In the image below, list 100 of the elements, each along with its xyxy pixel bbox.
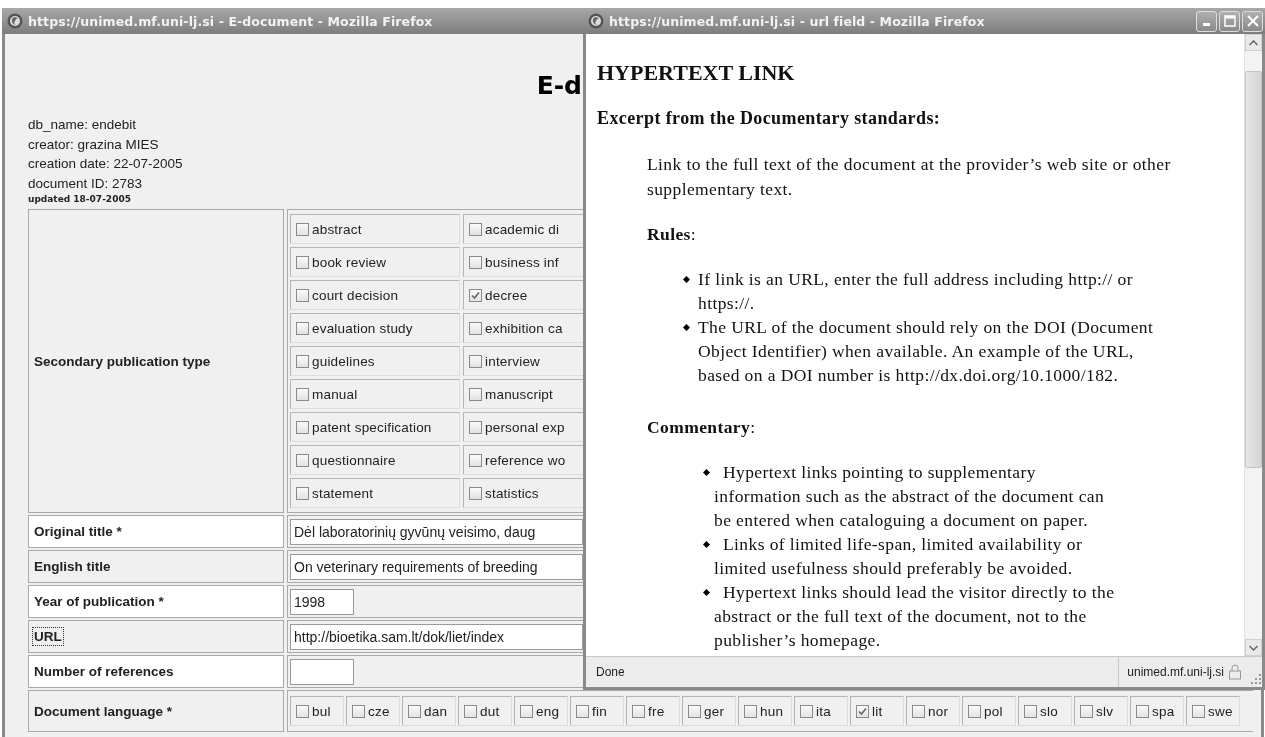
caret-up-icon [1249,39,1258,46]
option-label: eng [536,703,560,719]
checkbox[interactable] [469,387,482,401]
checkbox[interactable] [968,704,981,718]
option-label: patent specification [312,419,432,435]
checkbox[interactable] [352,704,365,718]
field-label: Secondary publication type [33,352,212,371]
metadata-line: document ID: 2783 [28,174,144,193]
checkbox[interactable] [744,704,757,718]
caret-down-icon [1249,644,1258,651]
checkbox[interactable] [1192,704,1205,718]
checkbox[interactable] [296,486,309,500]
section-heading: Commentary: [647,416,757,438]
option-label: guidelines [312,353,375,369]
text-field[interactable]: http://bioetika.sam.lt/dok/liet/index [290,623,583,650]
checkbox[interactable] [469,354,482,368]
checkbox[interactable] [469,288,482,302]
option-label: dan [424,703,448,719]
checkbox[interactable] [800,704,813,718]
checkbox[interactable] [469,420,482,434]
checkbox[interactable] [296,420,309,434]
checkbox[interactable] [912,704,925,718]
checkbox[interactable] [1080,704,1093,718]
metadata-line: creator: grazina MIES [28,135,160,154]
text-field[interactable] [290,658,354,685]
field-label: English title [33,558,112,576]
option-label: decree [485,287,528,303]
bullet-icon [703,469,710,476]
close-button[interactable] [1242,10,1263,32]
page-heading: E-d [536,71,582,101]
checkbox[interactable] [296,222,309,236]
window-title: https://unimed.mf.uni-lj.si - E-document - Mozilla Firefox [28,13,433,29]
field-label: URL [32,627,64,646]
bullet-icon [683,276,690,283]
checkbox[interactable] [469,321,482,335]
checkbox[interactable] [464,704,477,718]
field-label: Original title * [33,523,123,541]
checkbox[interactable] [1024,704,1037,718]
resize-grip-icon [1250,673,1262,685]
option-label: book review [312,254,387,270]
option-label: spa [1152,703,1175,719]
option-label: slv [1096,703,1114,719]
field-label: Number of references [33,663,175,681]
list-item: Hypertext links pointing to supplementary information such as the abstract of the document can be entered when cataloguing a document on paper. [714,461,1106,532]
text-field[interactable]: Dėl laboratorinių gyvūnų veisimo, daug [290,518,583,545]
option-label: statement [312,485,374,501]
field-label: Document language * [33,702,174,721]
scroll-down-button[interactable] [1245,639,1262,656]
checkbox[interactable] [856,704,869,718]
scrollbar[interactable] [1244,34,1262,656]
window-title: https://unimed.mf.uni-lj.si - url field - Mozilla Firefox [609,13,985,29]
checkbox[interactable] [469,222,482,236]
paragraph: Link to the full text of the document at the provider’s web site or other supplementary text. [647,153,1172,201]
bullet-icon [683,324,690,331]
checkbox[interactable] [469,453,482,467]
option-label: hun [760,703,784,719]
globe-icon [7,13,23,29]
scroll-thumb[interactable] [1245,71,1262,468]
maximize-icon [1222,14,1237,28]
text-field[interactable]: On veterinary requirements of breeding [290,553,583,580]
host-name: unimed.mf.uni-lj.si [1127,665,1224,679]
option-label: swe [1208,703,1233,719]
option-label: academic di [485,221,560,237]
checkbox[interactable] [520,704,533,718]
maximize-button[interactable] [1219,10,1240,32]
option-label: fin [592,703,607,719]
text-field[interactable]: 1998 [290,588,354,615]
list-item: If link is an URL, enter the full address including http:// or https://. [698,268,1134,315]
checkbox[interactable] [296,255,309,269]
option-label: business inf [485,254,559,270]
option-label: bul [312,703,331,719]
document-heading: HYPERTEXT LINK [597,61,796,85]
checkbox[interactable] [632,704,645,718]
option-label: slo [1040,703,1058,719]
option-label: ger [704,703,725,719]
option-label: manual [312,386,358,402]
checkbox[interactable] [296,354,309,368]
checkbox[interactable] [296,704,309,718]
metadata-line: db_name: endebit [28,116,138,134]
option-label: manuscript [485,386,554,402]
checkbox[interactable] [469,486,482,500]
close-icon [1245,14,1260,28]
checkbox[interactable] [1136,704,1149,718]
list-item: Links of limited life-span, limited availability or limited usefulness should preferably be avoided. [714,533,1084,580]
option-label: pol [984,703,1003,719]
checkbox[interactable] [296,288,309,302]
checkbox[interactable] [296,453,309,467]
option-label: personal exp [485,419,565,435]
checkbox[interactable] [296,387,309,401]
minimize-button[interactable] [1196,10,1217,32]
option-label: questionnaire [312,452,396,468]
checkbox[interactable] [688,704,701,718]
checkbox[interactable] [576,704,589,718]
option-label: reference wo [485,452,566,468]
checkbox[interactable] [408,704,421,718]
option-label: lit [872,703,883,719]
checkbox[interactable] [296,321,309,335]
scroll-up-button[interactable] [1245,34,1262,51]
option-label: court decision [312,287,399,303]
checkbox[interactable] [469,255,482,269]
